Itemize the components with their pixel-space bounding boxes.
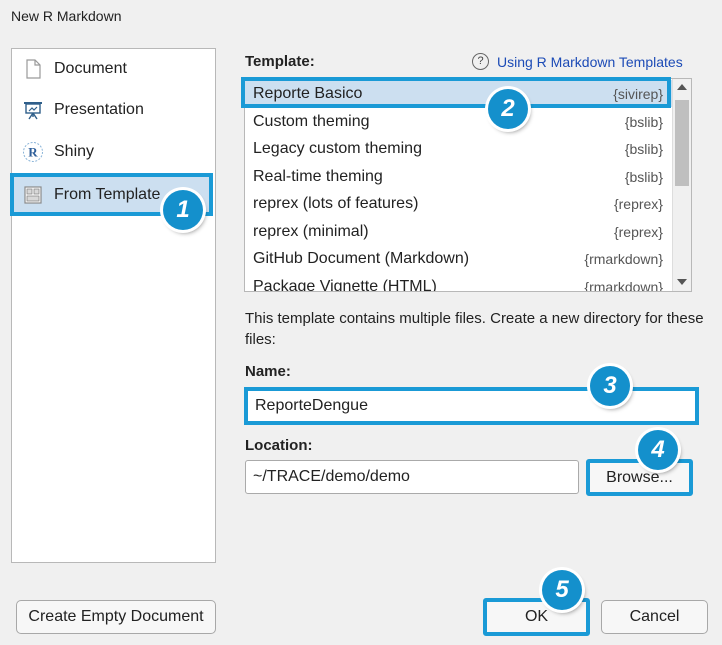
location-label: Location: — [245, 437, 313, 454]
help-icon[interactable]: ? — [472, 53, 489, 70]
sidebar-item-document[interactable]: Document — [12, 49, 215, 89]
multi-file-description: This template contains multiple files. C… — [245, 310, 704, 348]
template-name: Legacy custom theming — [253, 140, 422, 157]
scroll-down-arrow-icon[interactable] — [677, 279, 687, 285]
location-field[interactable]: ~/TRACE/demo/demo — [245, 460, 579, 494]
selected-template-highlight — [241, 77, 671, 108]
template-name: Real-time theming — [253, 168, 383, 185]
title-bar: New R Markdown — [0, 0, 722, 33]
sidebar-item-label: From Template — [54, 186, 161, 203]
callout-badge-1: 1 — [163, 190, 203, 230]
template-list[interactable]: Reporte Basico {sivirep} Custom theming … — [244, 78, 692, 292]
callout-badge-4: 4 — [638, 430, 678, 470]
template-row[interactable]: Custom theming {bslib} — [245, 108, 673, 135]
template-package: {reprex} — [613, 196, 663, 212]
template-name: GitHub Document (Markdown) — [253, 250, 470, 267]
template-icon — [24, 186, 42, 204]
name-input[interactable] — [244, 387, 699, 425]
sidebar-item-shiny[interactable]: R Shiny — [12, 132, 215, 172]
template-label: Template: — [245, 53, 315, 70]
template-name: Custom theming — [253, 113, 370, 130]
template-row[interactable]: reprex (minimal) {reprex} — [245, 218, 673, 245]
template-package: {bslib} — [624, 141, 663, 157]
callout-badge-2: 2 — [488, 89, 528, 129]
template-package: {reprex} — [613, 224, 663, 240]
template-row[interactable]: Legacy custom theming {bslib} — [245, 135, 673, 162]
template-row[interactable]: Package Vignette (HTML) {rmarkdown} — [245, 273, 673, 292]
presentation-icon — [24, 102, 42, 120]
document-icon — [26, 59, 41, 79]
template-row[interactable]: reprex (lots of features) {reprex} — [245, 190, 673, 217]
window-title: New R Markdown — [11, 8, 122, 24]
callout-badge-3: 3 — [590, 366, 630, 406]
scroll-up-arrow-icon[interactable] — [677, 84, 687, 90]
template-row[interactable]: Real-time theming {bslib} — [245, 163, 673, 190]
template-list-scrollbar[interactable] — [672, 79, 691, 291]
browse-button[interactable]: Browse... — [586, 459, 693, 496]
sidebar-item-label: Shiny — [54, 143, 95, 160]
template-name: Package Vignette (HTML) — [253, 278, 437, 292]
shiny-r-icon: R — [23, 142, 43, 162]
name-label: Name: — [245, 363, 291, 380]
templates-help-link[interactable]: Using R Markdown Templates — [497, 54, 683, 70]
scroll-thumb[interactable] — [675, 100, 689, 186]
template-name: reprex (minimal) — [253, 223, 369, 240]
template-name: reprex (lots of features) — [253, 195, 419, 212]
template-package: {bslib} — [624, 169, 663, 185]
sidebar-item-label: Document — [54, 60, 127, 77]
sidebar-item-presentation[interactable]: Presentation — [12, 90, 215, 130]
template-row[interactable]: GitHub Document (Markdown) {rmarkdown} — [245, 245, 673, 272]
create-empty-document-button[interactable]: Create Empty Document — [16, 600, 216, 634]
template-package: {rmarkdown} — [584, 251, 663, 267]
template-package: {rmarkdown} — [584, 279, 663, 292]
cancel-button[interactable]: Cancel — [601, 600, 708, 634]
template-package: {bslib} — [624, 114, 663, 130]
format-sidebar: Document Presentation R Shiny From Templ… — [10, 48, 216, 563]
callout-badge-5: 5 — [542, 570, 582, 610]
sidebar-item-label: Presentation — [54, 101, 144, 118]
svg-text:R: R — [28, 145, 38, 160]
